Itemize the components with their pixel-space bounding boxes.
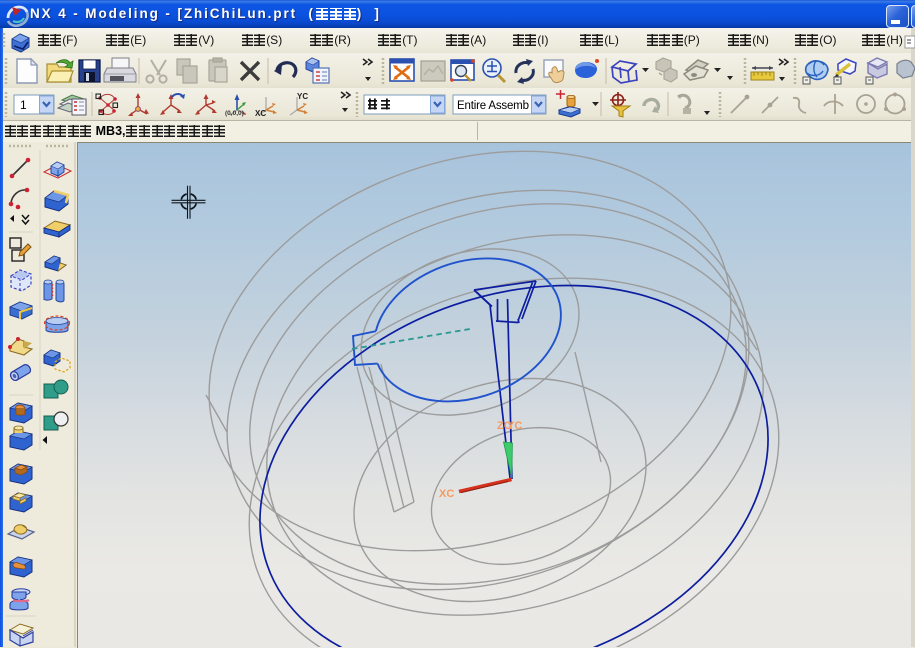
svg-text:XC: XC (439, 488, 454, 500)
svg-text:YC: YC (297, 92, 308, 101)
svg-text:(0,0,0): (0,0,0) (225, 110, 244, 117)
svg-text:Entire Assemb: Entire Assemb (457, 100, 529, 112)
svg-text:1: 1 (20, 98, 27, 112)
svg-text:XC: XC (255, 109, 266, 118)
svg-text:YC: YC (507, 420, 522, 432)
